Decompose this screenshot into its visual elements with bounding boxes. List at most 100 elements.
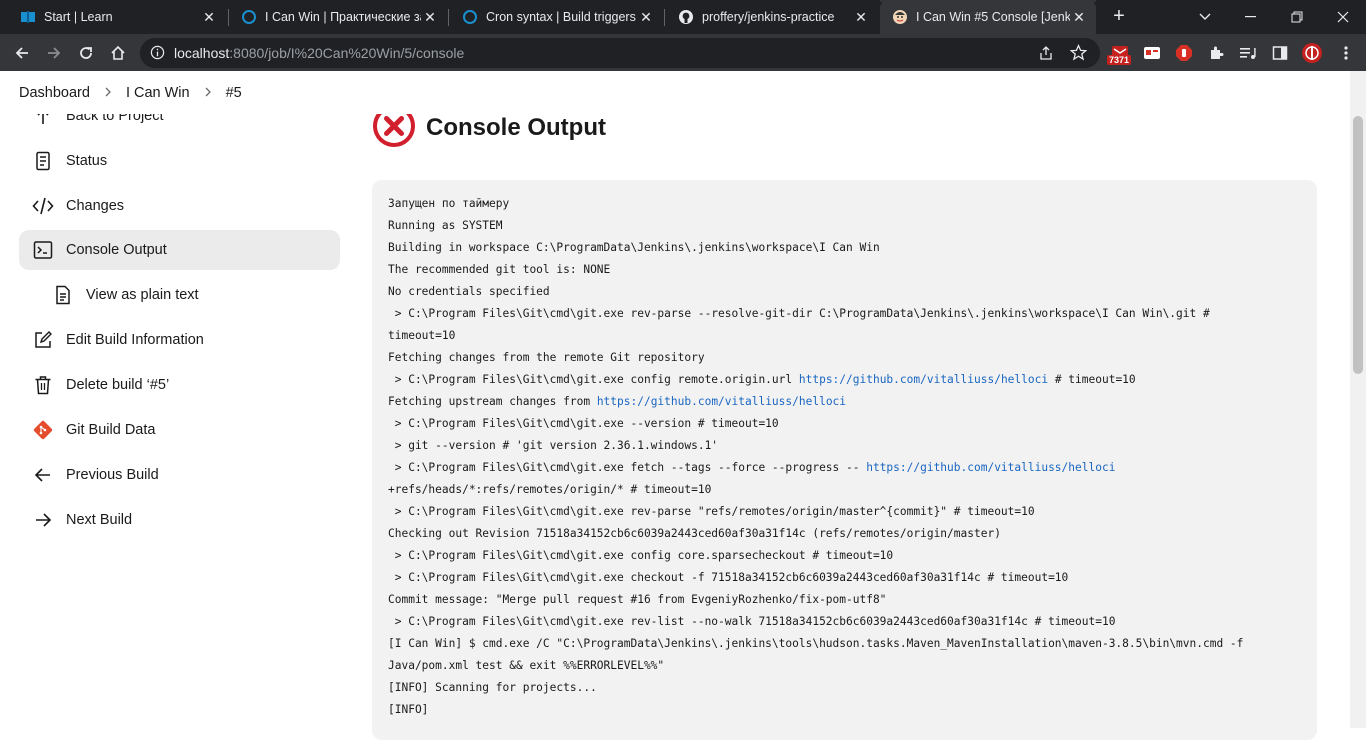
more-menu-icon[interactable] [1333, 40, 1359, 66]
console-line: Building in workspace C:\ProgramData\Jen… [388, 241, 880, 254]
close-icon[interactable]: ✕ [852, 8, 870, 26]
close-icon[interactable]: ✕ [1070, 8, 1088, 26]
browser-tab-github[interactable]: proffery/jenkins-practice ✕ [666, 0, 878, 34]
browser-tab-strip: Start | Learn ✕ I Can Win | Практические… [0, 0, 1366, 34]
browser-tab-jenkins-console[interactable]: I Can Win #5 Console [Jenkins] ✕ [880, 0, 1096, 34]
breadcrumb-dashboard[interactable]: Dashboard [19, 85, 90, 101]
arrow-left-icon [32, 464, 54, 486]
breadcrumb-job[interactable]: I Can Win [126, 85, 190, 101]
back-arrow-icon[interactable] [9, 40, 35, 66]
console-line: > C:\Program Files\Git\cmd\git.exe rev-p… [388, 505, 1035, 518]
console-line: +refs/heads/*:refs/remotes/origin/* # ti… [388, 483, 712, 496]
console-link[interactable]: https://github.com/vitalliuss/helloci [866, 461, 1115, 474]
circle-icon [462, 9, 478, 25]
edit-icon [32, 329, 54, 351]
tab-divider [448, 9, 449, 26]
chevron-right-icon[interactable] [104, 85, 112, 100]
page-title: Console Output [426, 114, 606, 141]
console-line: > git --version # 'git version 2.36.1.wi… [388, 439, 719, 452]
console-line: Running as SYSTEM [388, 219, 503, 232]
tab-search-chevron-icon[interactable] [1182, 0, 1228, 34]
adblock-extension-icon[interactable] [1171, 40, 1197, 66]
console-line: Fetching upstream changes from https://g… [388, 395, 847, 408]
breadcrumb-build[interactable]: #5 [226, 85, 242, 101]
home-icon[interactable] [105, 40, 131, 66]
chevron-right-icon[interactable] [204, 85, 212, 100]
browser-tab-practical[interactable]: I Can Win | Практические за ✕ [229, 0, 447, 34]
new-tab-button[interactable]: + [1108, 6, 1130, 28]
address-bar[interactable]: localhost:8080/job/I%20Can%20Win/5/conso… [140, 38, 1100, 68]
window-close-icon[interactable] [1320, 0, 1366, 34]
profile-avatar-icon[interactable] [1299, 40, 1325, 66]
close-icon[interactable]: ✕ [421, 8, 439, 26]
console-link[interactable]: https://github.com/vitalliuss/helloci [597, 395, 846, 408]
circle-icon [241, 9, 257, 25]
breadcrumb: Dashboard I Can Win #5 [0, 71, 1350, 114]
tab-title: I Can Win | Практические за [265, 10, 421, 24]
console-line: > C:\Program Files\Git\cmd\git.exe confi… [388, 373, 1136, 386]
sidebar-item-label: Previous Build [66, 467, 159, 483]
sidebar-item-next-build[interactable]: Next Build [19, 500, 340, 540]
sidebar-item-git-build-data[interactable]: Git Build Data [19, 410, 340, 450]
scrollbar-thumb[interactable] [1353, 116, 1363, 374]
translate-extension-icon[interactable] [1139, 40, 1165, 66]
tab-title: Start | Learn [44, 10, 113, 24]
jenkins-icon [892, 9, 908, 25]
terminal-icon [32, 239, 54, 261]
media-control-icon[interactable] [1235, 40, 1261, 66]
minimize-icon[interactable] [1228, 0, 1274, 34]
sidebar-item-changes[interactable]: Changes [19, 186, 340, 226]
url-path: :8080/job/I%20Can%20Win/5/console [229, 45, 465, 61]
sidebar-item-label: Delete build ‘#5’ [66, 377, 170, 393]
browser-tab-cron-syntax[interactable]: Cron syntax | Build triggers | I ✕ [450, 0, 663, 34]
console-line: > C:\Program Files\Git\cmd\git.exe rev-p… [388, 307, 1210, 320]
sidebar-item-status[interactable]: Status [19, 141, 340, 181]
sidebar-item-label: View as plain text [86, 287, 199, 303]
reload-icon[interactable] [73, 40, 99, 66]
console-line: [INFO] Scanning for projects... [388, 681, 597, 694]
tab-divider [664, 9, 665, 26]
github-icon [678, 9, 694, 25]
console-link[interactable]: https://github.com/vitalliuss/helloci [799, 373, 1048, 386]
sidebar-item-console-output[interactable]: Console Output [19, 230, 340, 270]
console-line: > C:\Program Files\Git\cmd\git.exe fetch… [388, 461, 1116, 474]
browser-tab-learn[interactable]: Start | Learn ✕ [8, 0, 226, 34]
sidebar-item-view-plain-text[interactable]: View as plain text [19, 275, 340, 315]
restore-icon[interactable] [1274, 0, 1320, 34]
console-log: Запущен по таймеру Running as SYSTEM Build… [388, 193, 1301, 721]
sidebar-item-label: Next Build [66, 512, 133, 528]
bookmark-star-icon[interactable] [1069, 44, 1088, 66]
console-line: Checking out Revision 71518a34152cb6c603… [388, 527, 1001, 540]
tab-title: I Can Win #5 Console [Jenkins] [916, 10, 1070, 24]
sidebar-item-label: Status [66, 153, 108, 169]
sidebar-item-label: Edit Build Information [66, 332, 204, 348]
extension-badge: 7371 [1107, 55, 1132, 65]
console-line: > C:\Program Files\Git\cmd\git.exe rev-l… [388, 615, 1116, 628]
console-line: No credentials specified [388, 285, 550, 298]
text-file-icon [52, 284, 74, 306]
console-line: The recommended git tool is: NONE [388, 263, 611, 276]
document-icon [32, 150, 54, 172]
console-output-panel: Запущен по таймеру Running as SYSTEM Build… [372, 180, 1317, 740]
share-icon[interactable] [1038, 45, 1054, 66]
console-line: [INFO] [388, 703, 429, 716]
console-line: [I Can Win] $ cmd.exe /C "C:\ProgramData… [388, 637, 1244, 650]
console-line: Запущен по таймеру [388, 197, 510, 210]
close-icon[interactable]: ✕ [637, 8, 655, 26]
url-text: localhost:8080/job/I%20Can%20Win/5/conso… [174, 45, 464, 61]
side-panel-icon[interactable] [1267, 40, 1293, 66]
site-info-icon[interactable] [150, 45, 165, 65]
sidebar-item-previous-build[interactable]: Previous Build [19, 455, 340, 495]
console-line: > C:\Program Files\Git\cmd\git.exe confi… [388, 549, 894, 562]
tab-title: Cron syntax | Build triggers | I [486, 10, 637, 24]
extensions-puzzle-icon[interactable] [1203, 40, 1229, 66]
forward-arrow-icon[interactable] [41, 40, 67, 66]
page-scrollbar[interactable] [1350, 71, 1366, 728]
console-line: Fetching changes from the remote Git rep… [388, 351, 705, 364]
sidebar-item-edit-build-information[interactable]: Edit Build Information [19, 320, 340, 360]
sidebar-item-delete-build[interactable]: Delete build ‘#5’ [19, 365, 340, 405]
close-icon[interactable]: ✕ [200, 8, 218, 26]
git-icon [32, 419, 54, 441]
code-icon [32, 195, 54, 217]
sidebar-item-label: Console Output [66, 242, 167, 258]
